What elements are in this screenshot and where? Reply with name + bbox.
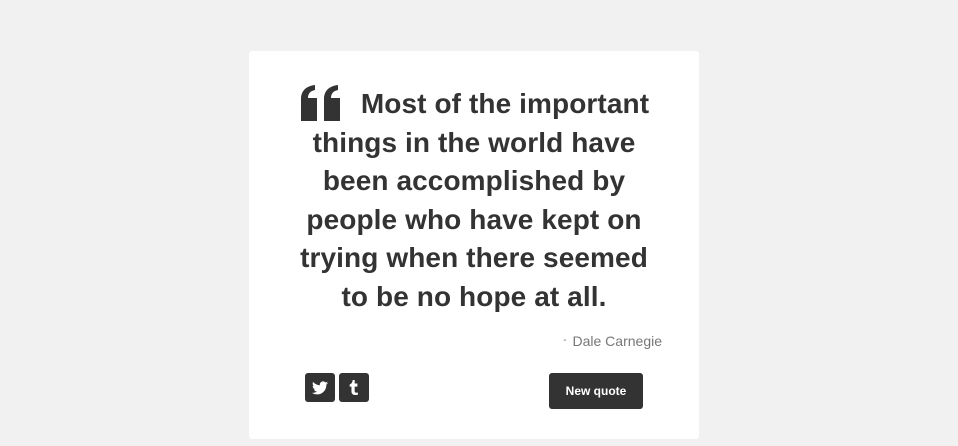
tumblr-quote-button[interactable] [339, 373, 369, 402]
tumblr-icon [349, 380, 359, 395]
quote-text-block: Most of the important things in the worl… [289, 85, 659, 316]
tweet-quote-button[interactable] [305, 373, 335, 402]
new-quote-button[interactable]: New quote [549, 373, 643, 409]
quote-left-icon [299, 85, 347, 121]
twitter-icon [312, 380, 328, 395]
quote-box: Most of the important things in the worl… [249, 51, 699, 439]
author-dash: - [563, 335, 567, 346]
quote-author: - Dale Carnegie [563, 333, 662, 349]
quote-text: Most of the important things in the worl… [300, 88, 650, 312]
author-name: Dale Carnegie [572, 333, 663, 349]
